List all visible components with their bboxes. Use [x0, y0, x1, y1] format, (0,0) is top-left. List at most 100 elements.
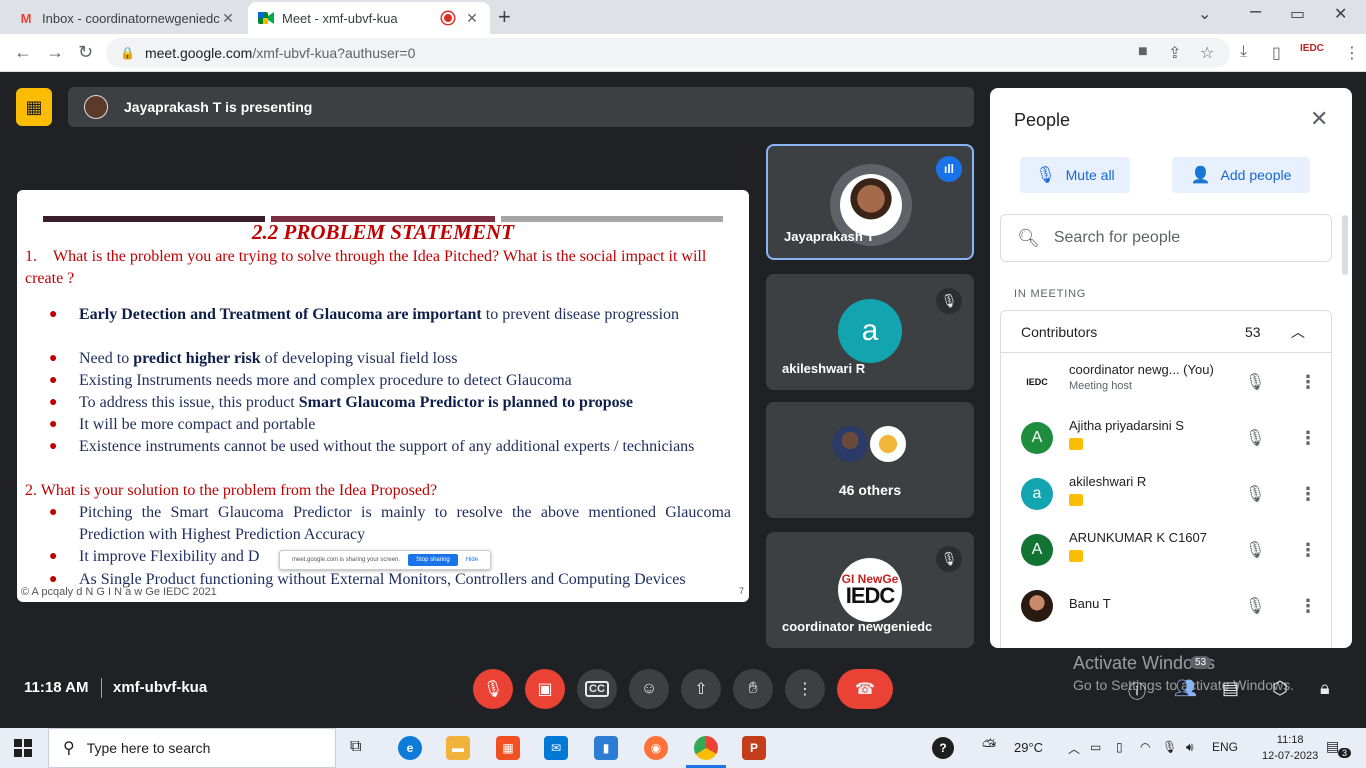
more-options-button[interactable]: ⋮ — [785, 669, 825, 709]
slide-title: 2.2 PROBLEM STATEMENT — [252, 220, 514, 244]
mic-off-icon: 🎙︎ — [1035, 167, 1056, 184]
browser-menu-icon[interactable]: ⋮ — [1344, 43, 1360, 63]
show-hidden-icons-icon[interactable]: ︿ — [1068, 740, 1080, 757]
volume-icon[interactable]: 🔊︎ — [1186, 740, 1194, 755]
tab-label: Meet - xmf-ubvf-kua — [282, 10, 398, 26]
windows-start-icon[interactable] — [14, 739, 32, 757]
chevron-up-icon[interactable]: ︿ — [1291, 322, 1331, 342]
chrome-icon[interactable] — [686, 736, 726, 768]
people-icon[interactable]: 👥︎ — [1174, 678, 1197, 699]
participant-row[interactable]: a akileshwari R 🎙︎ ⋮ — [1001, 466, 1331, 522]
more-options-icon[interactable]: ⋮ — [1299, 428, 1317, 449]
add-people-button[interactable]: 👤 Add people — [1172, 157, 1310, 193]
host-controls-icon[interactable]: 🔒︎ — [1320, 678, 1330, 699]
restore-icon[interactable]: ▭ — [1290, 4, 1305, 24]
powerpoint-icon[interactable]: P — [742, 736, 766, 760]
participant-row[interactable]: A ARUNKUMAR K C1607 🎙︎ ⋮ — [1001, 522, 1331, 578]
help-icon[interactable]: ? — [932, 737, 954, 759]
more-options-icon[interactable]: ⋮ — [1299, 596, 1317, 617]
new-tab-button[interactable]: + — [498, 4, 511, 30]
mic-off-icon[interactable]: 🎙︎ — [1245, 540, 1265, 560]
meeting-details-icon[interactable]: ⓘ — [1128, 678, 1146, 704]
participant-tile-coordinator[interactable]: 🎙︎ GI NewGe IEDC coordinator newgeniedc — [766, 532, 974, 648]
slide-bullet: ● Need to predict higher risk of develop… — [49, 350, 458, 367]
tab-search-icon[interactable]: ⌄ — [1198, 4, 1211, 24]
hide-button[interactable]: Hide — [466, 557, 478, 563]
forward-arrow-icon[interactable]: → — [46, 42, 64, 63]
close-window-icon[interactable]: ✕ — [1334, 4, 1347, 24]
participant-row[interactable]: IEDC coordinator newg... (You) Meeting h… — [1001, 354, 1331, 410]
participant-row[interactable]: A Ajitha priyadarsini S 🎙︎ ⋮ — [1001, 410, 1331, 466]
contributors-header[interactable]: Contributors 53 ︿ — [1001, 311, 1331, 353]
participant-row[interactable]: Banu T 🎙︎ ⋮ — [1001, 578, 1331, 634]
mic-toggle-button[interactable]: 🎙︎ — [473, 669, 513, 709]
presenting-text: Jayaprakash T is presenting — [124, 99, 313, 115]
url-field[interactable]: 🔒 meet.google.com/xmf-ubvf-kua?authuser=… — [106, 38, 1230, 68]
slide-question-1: 1. What is the problem you are trying to … — [25, 248, 707, 287]
share-icon[interactable]: ⇪ — [1168, 43, 1181, 63]
search-people-input[interactable]: 🔍︎ Search for people — [1000, 214, 1332, 262]
participant-tile-akileshwari[interactable]: 🎙︎ a akileshwari R — [766, 274, 974, 390]
firefox-icon[interactable]: ◉ — [644, 736, 668, 760]
participant-tile-jayaprakash[interactable]: ıll Jayaprakash T — [766, 144, 974, 260]
download-icon[interactable]: ⤓ — [1240, 43, 1247, 61]
minimize-icon[interactable]: – — [1250, 0, 1261, 23]
back-arrow-icon[interactable]: ← — [14, 42, 32, 63]
lock-icon: 🔒 — [120, 46, 135, 60]
present-button[interactable]: ⇧ — [681, 669, 721, 709]
profile-avatar[interactable]: IEDC — [1300, 43, 1324, 54]
store-icon[interactable]: ▦ — [496, 736, 520, 760]
reactions-button[interactable]: ☺ — [629, 669, 669, 709]
close-tab-icon[interactable]: ✕ — [220, 10, 236, 27]
wifi-icon[interactable]: ◠ — [1140, 740, 1150, 754]
meet-icon — [258, 10, 274, 26]
edge-icon[interactable]: e — [398, 736, 422, 760]
mic-off-icon[interactable]: 🎙︎ — [1245, 484, 1265, 504]
presentation-layout-icon[interactable]: ▦ — [16, 88, 52, 126]
battery-icon[interactable]: ▯ — [1116, 740, 1123, 754]
mic-off-icon[interactable]: 🎙︎ — [1245, 428, 1265, 448]
file-explorer-icon[interactable]: ▬ — [446, 736, 470, 760]
hand-icon: ✋︎ — [748, 680, 758, 697]
bookmark-star-icon[interactable]: ☆ — [1200, 43, 1214, 63]
side-panel-icon[interactable]: ▯ — [1272, 43, 1281, 63]
panel-scrollbar[interactable] — [1342, 215, 1348, 275]
tab-meet[interactable]: Meet - xmf-ubvf-kua ✕ — [248, 2, 490, 34]
mic-off-icon[interactable]: 🎙︎ — [1245, 596, 1265, 616]
participant-tile-others[interactable]: 46 others — [766, 402, 974, 518]
stop-sharing-button[interactable]: Stop sharing — [408, 554, 458, 566]
taskbar-clock[interactable]: 11:18 12-07-2023 — [1262, 732, 1318, 764]
others-count: 46 others — [838, 482, 902, 498]
raise-hand-button[interactable]: ✋︎ — [733, 669, 773, 709]
participant-avatar — [868, 424, 908, 464]
close-tab-icon[interactable]: ✕ — [464, 10, 480, 27]
camera-toggle-button[interactable]: ▣ — [525, 669, 565, 709]
slide-bullet: ● Existence instruments cannot be used w… — [49, 438, 695, 455]
network-icon[interactable]: ▭ — [1090, 740, 1101, 754]
close-panel-icon[interactable]: ✕ — [1310, 106, 1328, 132]
chat-icon[interactable]: ▤ — [1222, 678, 1239, 699]
mail-icon[interactable]: ✉ — [544, 736, 568, 760]
captions-button[interactable]: CC — [577, 669, 617, 709]
weather-temp[interactable]: 29°C — [1014, 740, 1043, 755]
recording-indicator-icon — [442, 12, 454, 24]
app-icon[interactable]: ▮ — [594, 736, 618, 760]
presenting-badge-icon — [1069, 550, 1083, 562]
more-options-icon[interactable]: ⋮ — [1299, 484, 1317, 505]
more-options-icon[interactable]: ⋮ — [1299, 372, 1317, 393]
taskbar-search-input[interactable]: ⚲ Type here to search — [48, 728, 336, 768]
more-vert-icon: ⋮ — [797, 681, 813, 698]
more-options-icon[interactable]: ⋮ — [1299, 540, 1317, 561]
camera-blocked-icon[interactable]: ■ — [1138, 43, 1148, 61]
tab-gmail-inbox[interactable]: M Inbox - coordinatornewgeniedc@ ✕ — [8, 2, 246, 34]
task-view-icon[interactable]: ⧉ — [350, 738, 361, 756]
present-screen-icon: ⇧ — [694, 681, 708, 698]
language-indicator[interactable]: ENG — [1212, 740, 1238, 754]
reload-icon[interactable]: ↻ — [78, 42, 93, 63]
mute-all-button[interactable]: 🎙︎ Mute all — [1020, 157, 1130, 193]
leave-call-button[interactable]: ☎︎ — [837, 669, 893, 709]
panel-title: People — [1014, 110, 1071, 130]
mic-tray-icon[interactable]: 🎙︎ — [1162, 740, 1177, 754]
activities-icon[interactable]: ⬡ — [1272, 678, 1288, 699]
mic-off-icon[interactable]: 🎙︎ — [1245, 372, 1265, 392]
